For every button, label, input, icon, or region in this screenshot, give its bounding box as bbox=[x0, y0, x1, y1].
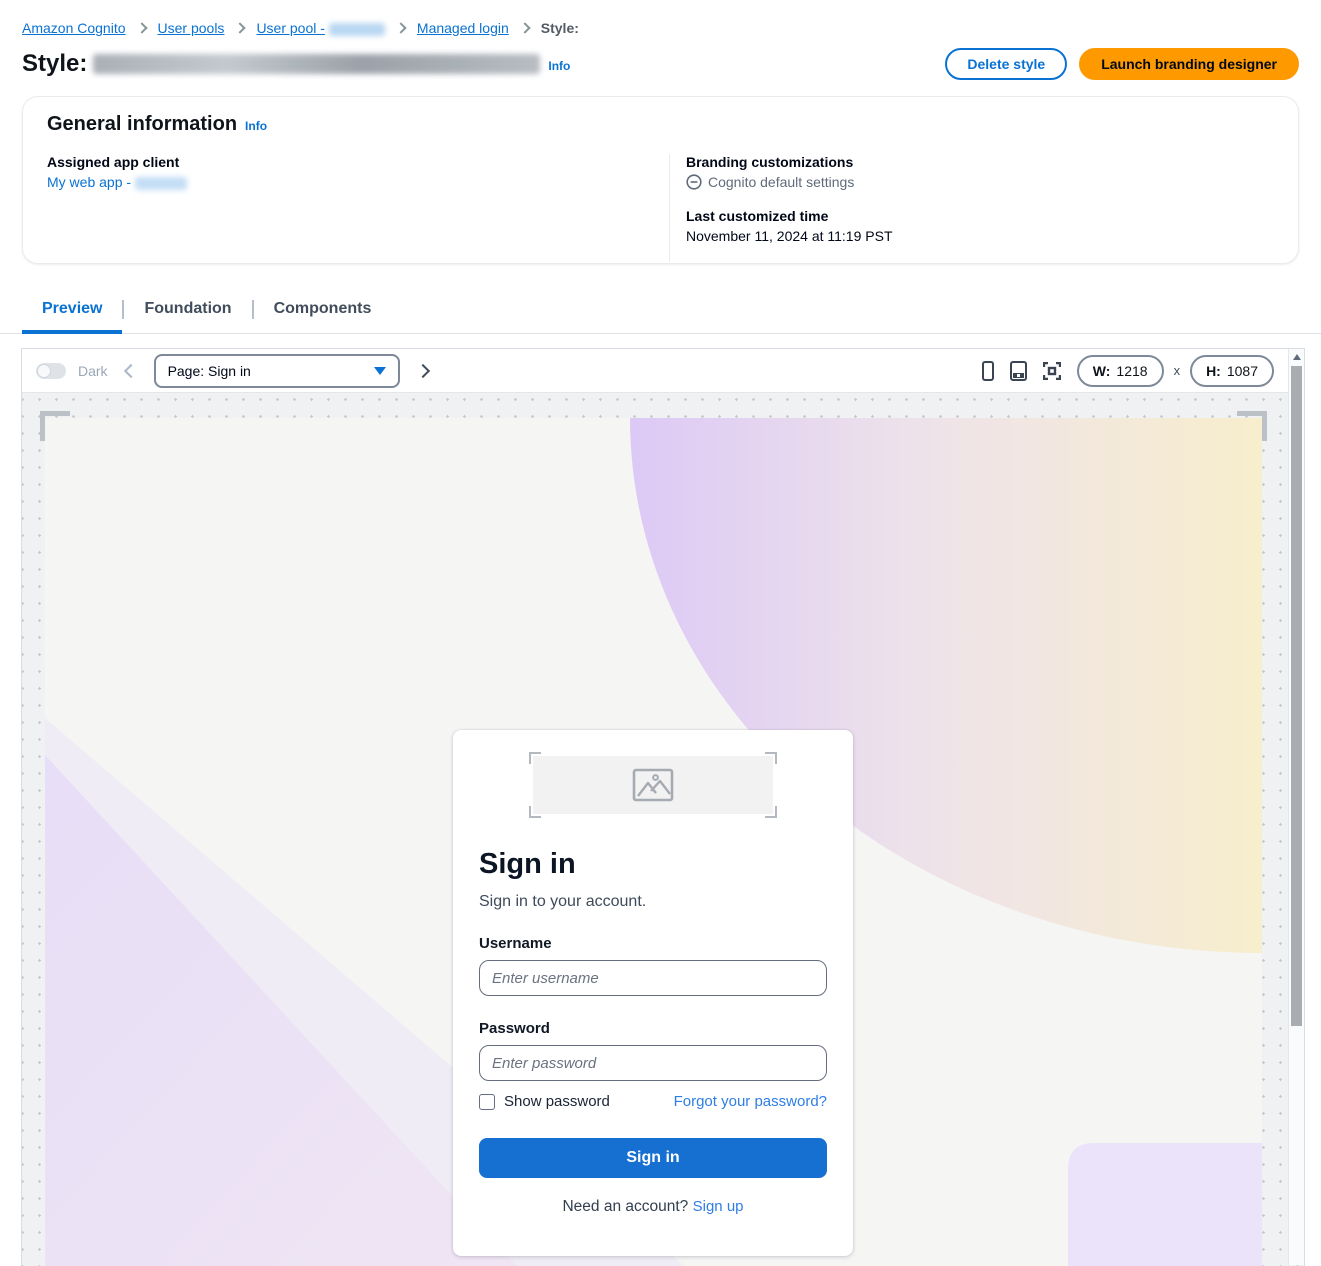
preview-panel: Dark Page: Sign in W: 1218 x H: 1087 bbox=[21, 348, 1305, 1266]
chevron-right-icon bbox=[519, 22, 530, 33]
chevron-right-icon bbox=[136, 22, 147, 33]
dark-mode-toggle[interactable] bbox=[36, 363, 66, 379]
phone-view-button[interactable] bbox=[982, 361, 994, 381]
tab-preview[interactable]: Preview bbox=[22, 294, 122, 334]
breadcrumb-current: Style: bbox=[541, 20, 579, 36]
width-value: 1218 bbox=[1116, 363, 1147, 379]
image-placeholder-icon bbox=[632, 768, 674, 802]
username-label: Username bbox=[479, 935, 827, 952]
breadcrumb-link-user-pools[interactable]: User pools bbox=[158, 20, 225, 36]
username-input[interactable] bbox=[479, 960, 827, 996]
delete-style-button[interactable]: Delete style bbox=[945, 48, 1067, 80]
tab-components[interactable]: Components bbox=[254, 294, 392, 334]
caret-down-icon bbox=[374, 367, 386, 375]
scrollbar-up-arrow[interactable] bbox=[1289, 349, 1304, 365]
signin-form: Sign in Sign in to your account. Usernam… bbox=[453, 730, 853, 1256]
width-label: W: bbox=[1093, 363, 1111, 379]
general-information-card: General information Info Assigned app cl… bbox=[22, 96, 1299, 264]
viewport-corner-marker bbox=[1237, 411, 1267, 441]
placeholder-corner bbox=[529, 752, 541, 764]
show-password-checkbox[interactable] bbox=[479, 1094, 495, 1110]
branding-customizations-label: Branding customizations bbox=[686, 154, 1274, 170]
signin-button[interactable]: Sign in bbox=[479, 1138, 827, 1178]
preview-canvas: Sign in Sign in to your account. Usernam… bbox=[22, 393, 1304, 1266]
placeholder-corner bbox=[765, 752, 777, 764]
dark-mode-label: Dark bbox=[78, 363, 108, 379]
height-value: 1087 bbox=[1227, 363, 1258, 379]
breadcrumb: Amazon Cognito User pools User pool - Ma… bbox=[22, 20, 1299, 36]
assigned-app-client-link[interactable]: My web app - bbox=[47, 174, 187, 190]
signup-link[interactable]: Sign up bbox=[693, 1198, 744, 1215]
placeholder-corner bbox=[765, 806, 777, 818]
last-customized-label: Last customized time bbox=[686, 208, 1274, 224]
breadcrumb-link-amazon-cognito[interactable]: Amazon Cognito bbox=[22, 20, 126, 36]
signin-subheading: Sign in to your account. bbox=[479, 893, 827, 911]
general-information-title: General information bbox=[47, 113, 237, 136]
signup-prompt-text: Need an account? bbox=[562, 1198, 688, 1215]
preview-scrollbar[interactable] bbox=[1288, 349, 1304, 1265]
style-info-link[interactable]: Info bbox=[548, 59, 570, 73]
chevron-right-icon bbox=[395, 22, 406, 33]
toggle-knob bbox=[38, 365, 50, 377]
branding-customizations-value: Cognito default settings bbox=[708, 174, 854, 190]
chevron-right-icon bbox=[235, 22, 246, 33]
redacted-app-client-id bbox=[135, 177, 187, 190]
launch-branding-designer-button[interactable]: Launch branding designer bbox=[1079, 48, 1299, 80]
scrollbar-thumb[interactable] bbox=[1291, 366, 1302, 1026]
page-select-value: Page: Sign in bbox=[168, 363, 251, 379]
tab-bar: Preview Foundation Components bbox=[0, 294, 1321, 334]
viewport-corner-marker bbox=[40, 411, 70, 441]
redacted-style-id bbox=[93, 54, 540, 74]
logo-placeholder bbox=[533, 756, 773, 814]
width-input[interactable]: W: 1218 bbox=[1077, 355, 1164, 387]
preview-toolbar: Dark Page: Sign in W: 1218 x H: 1087 bbox=[22, 349, 1304, 393]
height-label: H: bbox=[1206, 363, 1221, 379]
password-label: Password bbox=[479, 1020, 827, 1037]
tablet-view-button[interactable] bbox=[1010, 361, 1027, 381]
tab-foundation[interactable]: Foundation bbox=[124, 294, 251, 334]
forgot-password-link[interactable]: Forgot your password? bbox=[674, 1093, 827, 1110]
fullscreen-icon[interactable] bbox=[1043, 362, 1061, 380]
managed-login-preview: Sign in Sign in to your account. Usernam… bbox=[45, 418, 1262, 1266]
redacted-user-pool-name bbox=[329, 23, 385, 36]
last-customized-value: November 11, 2024 at 11:19 PST bbox=[686, 228, 1274, 244]
previous-page-button[interactable] bbox=[123, 363, 137, 377]
dimensions-separator: x bbox=[1174, 363, 1181, 378]
next-page-button[interactable] bbox=[415, 363, 429, 377]
show-password-label: Show password bbox=[504, 1093, 610, 1110]
height-input[interactable]: H: 1087 bbox=[1190, 355, 1274, 387]
signin-heading: Sign in bbox=[479, 848, 827, 881]
minus-circle-icon bbox=[686, 174, 702, 190]
assigned-app-client-label: Assigned app client bbox=[47, 154, 669, 170]
page-header: Style: Info Delete style Launch branding… bbox=[22, 48, 1299, 80]
general-information-info-link[interactable]: Info bbox=[245, 119, 267, 133]
breadcrumb-link-managed-login[interactable]: Managed login bbox=[417, 20, 509, 36]
breadcrumb-link-user-pool[interactable]: User pool - bbox=[256, 20, 384, 36]
placeholder-corner bbox=[529, 806, 541, 818]
password-input[interactable] bbox=[479, 1045, 827, 1081]
page-select[interactable]: Page: Sign in bbox=[154, 354, 400, 388]
page-title: Style: bbox=[22, 50, 546, 78]
